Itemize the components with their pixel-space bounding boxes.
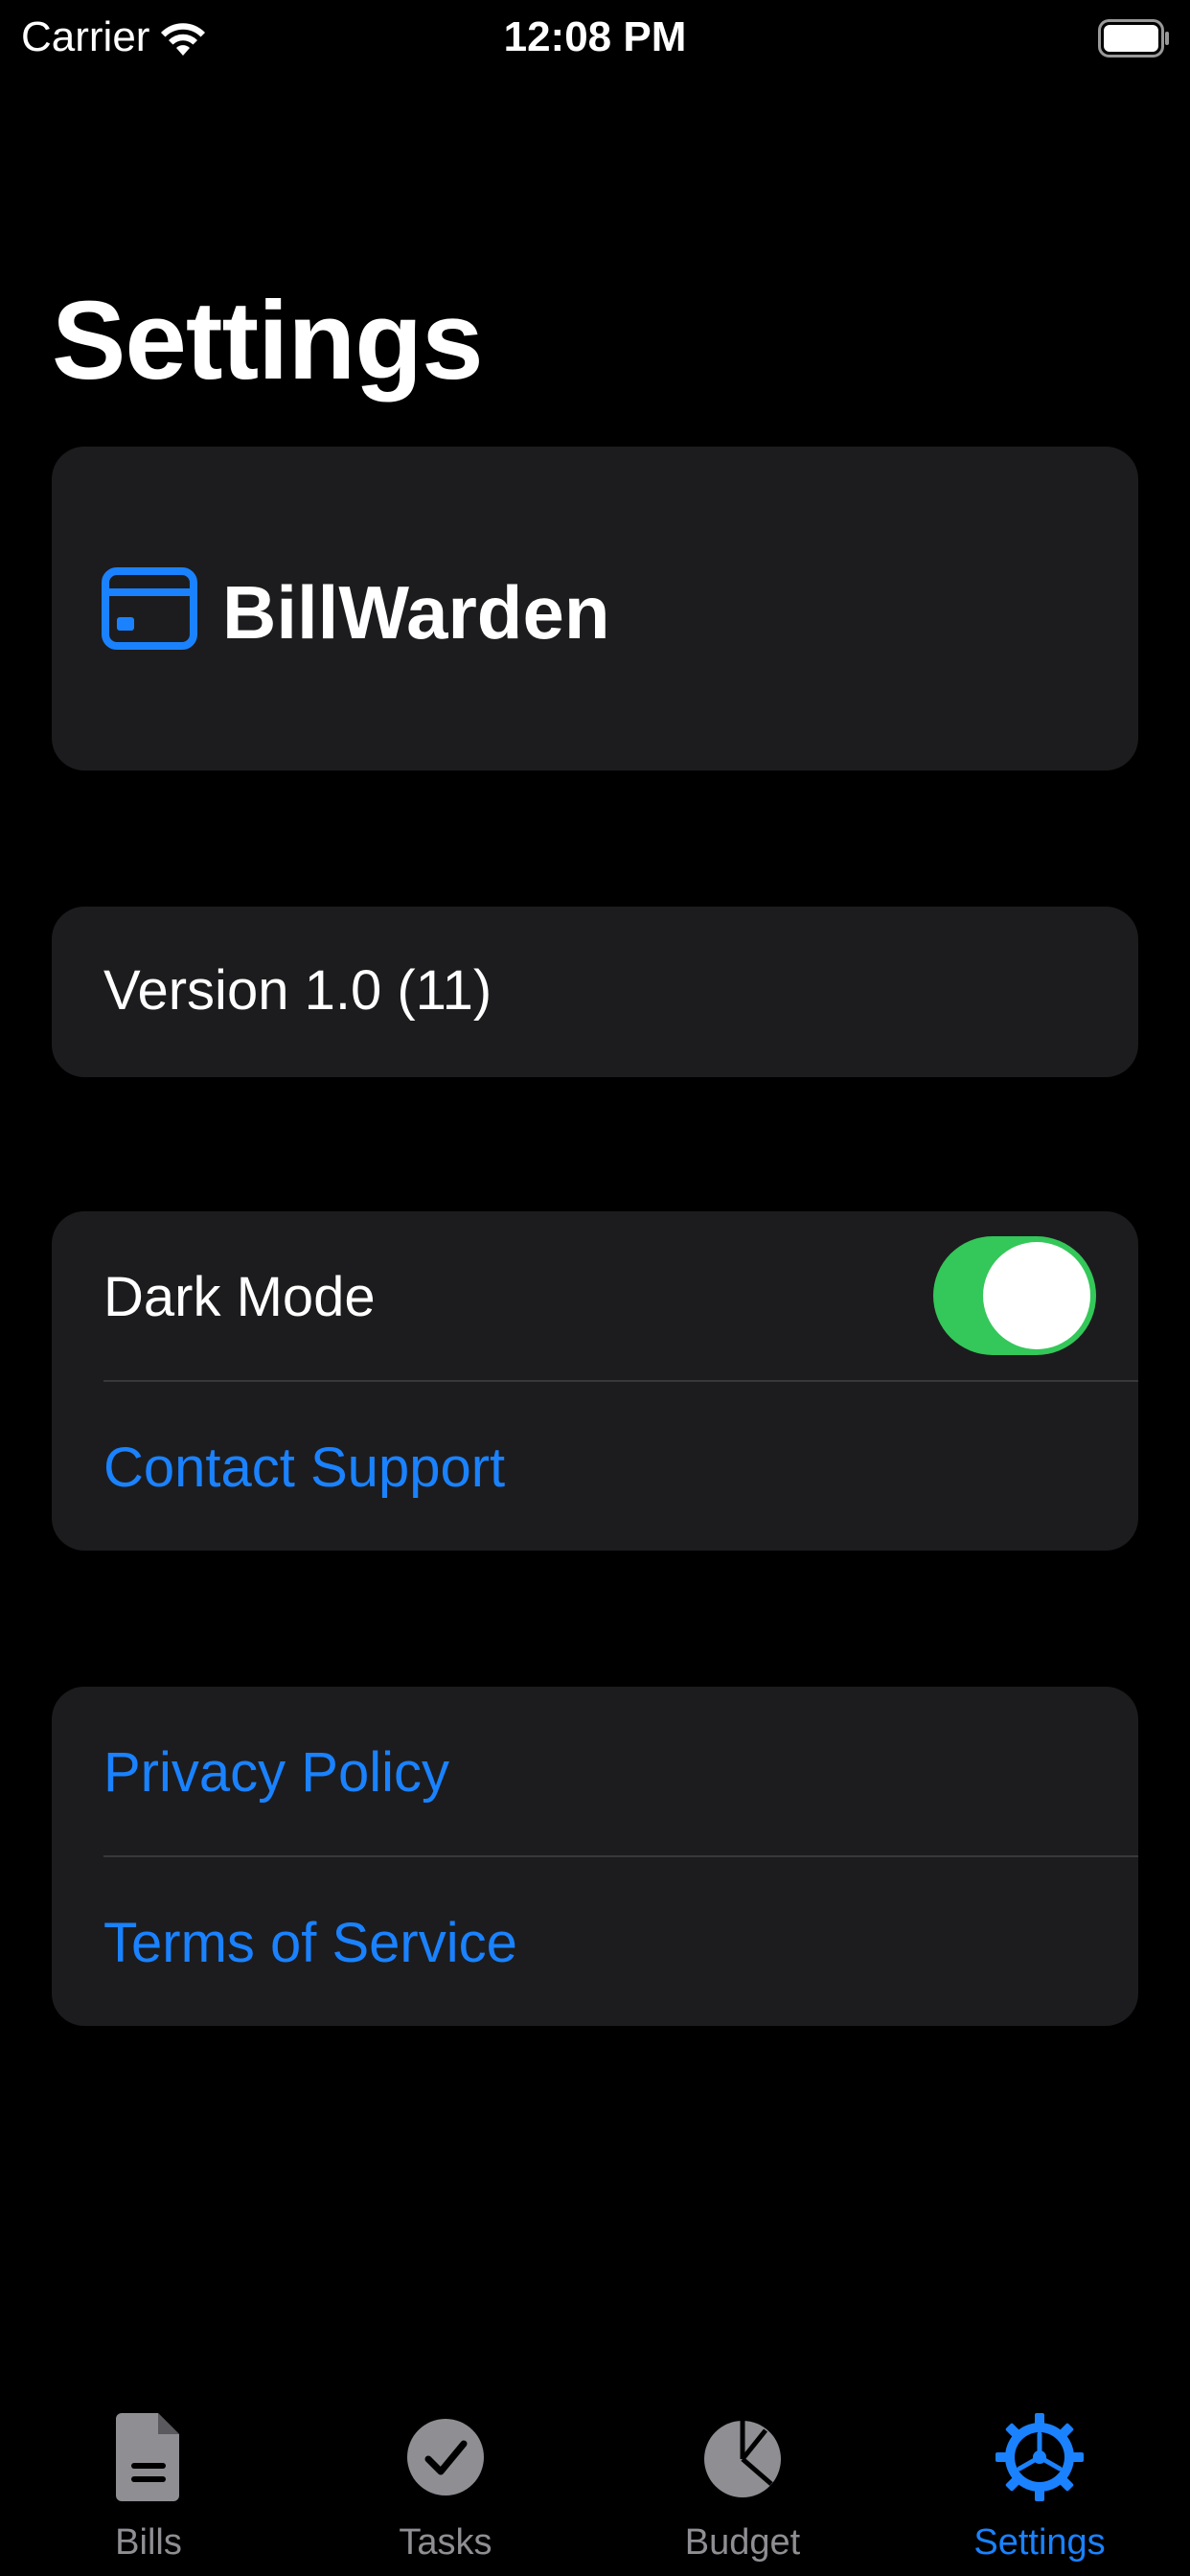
tab-label: Tasks <box>399 2522 492 2563</box>
page-title: Settings <box>52 278 484 402</box>
app-name: BillWarden <box>222 570 610 655</box>
gear-icon <box>995 2413 1084 2501</box>
battery-icon <box>1098 19 1169 58</box>
app-info-card: BillWarden <box>52 447 1138 770</box>
tab-settings[interactable]: Settings <box>891 2380 1188 2576</box>
toggle-knob <box>983 1242 1090 1349</box>
terms-of-service-link[interactable]: Terms of Service <box>103 1911 517 1975</box>
tab-bills[interactable]: Bills <box>0 2380 297 2576</box>
status-bar: Carrier 12:08 PM <box>0 0 1190 80</box>
terms-of-service-row[interactable]: Terms of Service <box>52 1857 1138 2026</box>
checkmark-circle-icon <box>407 2419 484 2496</box>
contact-support-row[interactable]: Contact Support <box>52 1382 1138 1551</box>
dark-mode-label: Dark Mode <box>103 1266 376 1328</box>
version-card: Version 1.0 (11) <box>52 907 1138 1077</box>
privacy-policy-link[interactable]: Privacy Policy <box>103 1740 449 1805</box>
legal-card: Privacy Policy Terms of Service <box>52 1687 1138 2026</box>
status-time: 12:08 PM <box>503 13 687 60</box>
pie-chart-icon <box>704 2421 781 2497</box>
tab-tasks[interactable]: Tasks <box>297 2380 594 2576</box>
credit-card-icon <box>102 567 197 650</box>
tab-label: Bills <box>115 2522 182 2563</box>
version-label: Version 1.0 (11) <box>103 959 492 1022</box>
tab-budget[interactable]: Budget <box>594 2380 891 2576</box>
tab-label: Budget <box>684 2522 801 2563</box>
dark-mode-row: Dark Mode <box>52 1211 1138 1380</box>
contact-support-link[interactable]: Contact Support <box>103 1436 505 1500</box>
tab-label: Settings <box>973 2522 1106 2563</box>
preferences-card: Dark Mode Contact Support <box>52 1211 1138 1551</box>
document-icon <box>116 2413 179 2501</box>
privacy-policy-row[interactable]: Privacy Policy <box>52 1687 1138 1855</box>
dark-mode-toggle[interactable] <box>933 1236 1096 1355</box>
tab-bar: Bills Tasks Budget Settings <box>0 2380 1190 2576</box>
